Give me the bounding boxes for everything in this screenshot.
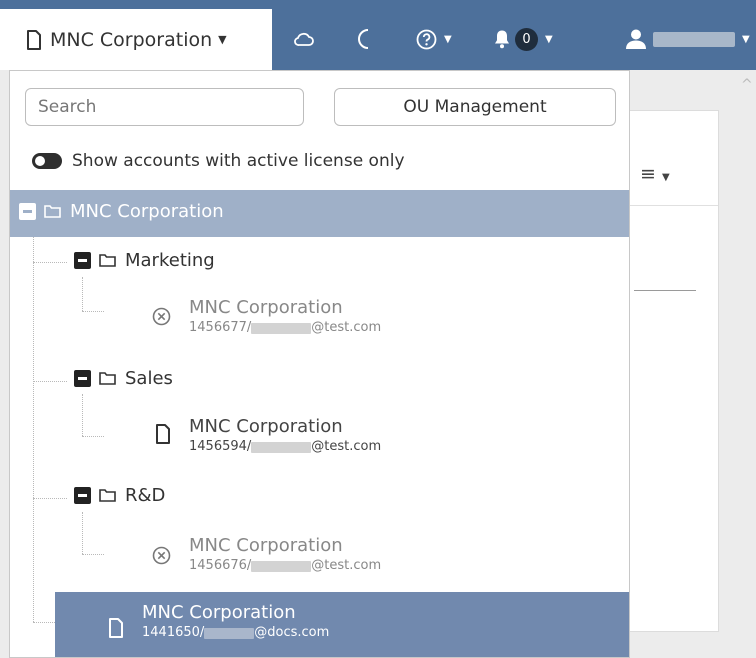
folder-icon: [99, 254, 116, 267]
active-license-filter[interactable]: Show accounts with active license only: [32, 151, 405, 171]
document-icon: [109, 618, 123, 638]
notifications-button[interactable]: 0 ▼: [493, 22, 553, 56]
account-item[interactable]: MNC Corporation 1441650/ @docs.com: [142, 602, 329, 642]
account-domain: @test.com: [311, 558, 382, 573]
theme-toggle-button[interactable]: [355, 22, 373, 56]
tree-guide-line: [33, 381, 67, 382]
tree-guide-line: [82, 436, 104, 437]
inactive-circle-x-icon: [152, 546, 171, 565]
collapse-icon[interactable]: [74, 487, 91, 504]
tree-guide-line: [82, 311, 104, 312]
folder-icon: [99, 489, 116, 502]
tree-guide-line: [82, 394, 83, 436]
divider: [634, 290, 696, 291]
tree-node-label: Sales: [125, 368, 173, 389]
caret-down-icon: ▼: [444, 33, 452, 45]
tree-guide-line: [82, 277, 83, 311]
tree-node-marketing[interactable]: Marketing: [74, 250, 215, 271]
account-name: MNC Corporation: [142, 602, 296, 623]
document-icon: [156, 424, 170, 444]
document-icon: [27, 29, 41, 50]
tree-node-label: R&D: [125, 485, 166, 506]
tree-node-label: Marketing: [125, 250, 215, 271]
tree-guide-line: [82, 554, 104, 555]
user-menu-button[interactable]: ▼: [625, 22, 750, 56]
top-navbar: MNC Corporation ▼ ▼ 0 ▼ ▼: [0, 0, 756, 70]
divider: [628, 205, 718, 206]
redacted-email: [251, 322, 312, 334]
toggle-label: Show accounts with active license only: [72, 151, 405, 171]
account-id: 1456594/: [189, 439, 252, 454]
account-name: MNC Corporation: [189, 535, 343, 556]
account-item[interactable]: MNC Corporation 1456676/ @test.com: [189, 535, 381, 575]
user-name-redacted: [653, 31, 735, 47]
moon-icon: [358, 29, 369, 49]
collapse-icon[interactable]: [74, 252, 91, 269]
redacted-email: [251, 560, 312, 572]
tree-guide-line: [33, 498, 67, 499]
tree-node-label: MNC Corporation: [70, 201, 224, 222]
toggle-switch[interactable]: [32, 153, 62, 169]
account-id: 1441650/: [142, 625, 205, 640]
folder-icon: [44, 205, 61, 218]
account-id: 1456676/: [189, 558, 252, 573]
caret-down-icon: ▼: [742, 33, 750, 45]
account-switcher-label: MNC Corporation: [50, 28, 213, 51]
background-menu-button[interactable]: ≡ ▼: [640, 163, 670, 185]
tree-guide-line: [33, 622, 55, 623]
tree-node-root[interactable]: MNC Corporation: [19, 201, 224, 222]
tree-guide-line: [33, 237, 34, 622]
inactive-circle-x-icon: [152, 307, 171, 326]
cloud-button[interactable]: [293, 22, 315, 56]
bell-icon: [495, 30, 509, 49]
folder-icon: [99, 372, 116, 385]
tree-node-rd[interactable]: R&D: [74, 485, 165, 506]
notification-count-badge: 0: [515, 27, 538, 51]
collapse-icon[interactable]: [74, 370, 91, 387]
account-dropdown: OU Management Show accounts with active …: [9, 70, 630, 658]
hamburger-icon: ≡: [640, 163, 656, 185]
account-domain: @docs.com: [254, 625, 330, 640]
caret-down-icon: ▼: [218, 33, 227, 46]
tree-node-sales[interactable]: Sales: [74, 368, 173, 389]
tree-guide-line: [33, 262, 67, 263]
caret-down-icon: ▼: [661, 172, 670, 183]
caret-down-icon: ▼: [545, 33, 553, 45]
redacted-email: [204, 627, 255, 639]
account-id: 1456677/: [189, 320, 252, 335]
account-name: MNC Corporation: [189, 297, 343, 318]
cloud-icon: [294, 32, 314, 46]
account-domain: @test.com: [311, 320, 382, 335]
account-item[interactable]: MNC Corporation 1456677/ @test.com: [189, 297, 381, 337]
redacted-email: [251, 441, 312, 453]
user-icon: [626, 29, 646, 49]
search-input[interactable]: [25, 88, 304, 126]
help-menu-button[interactable]: ▼: [416, 22, 452, 56]
tree-guide-line: [82, 512, 83, 554]
account-item[interactable]: MNC Corporation 1456594/ @test.com: [189, 416, 381, 456]
account-name: MNC Corporation: [189, 416, 343, 437]
scroll-up-arrow[interactable]: ^: [741, 77, 753, 93]
account-domain: @test.com: [311, 439, 382, 454]
ou-management-button[interactable]: OU Management: [334, 88, 616, 126]
help-icon: [416, 29, 437, 49]
account-switcher-button[interactable]: MNC Corporation ▼: [0, 9, 272, 70]
background-panel: [628, 110, 719, 632]
collapse-icon[interactable]: [19, 203, 36, 220]
